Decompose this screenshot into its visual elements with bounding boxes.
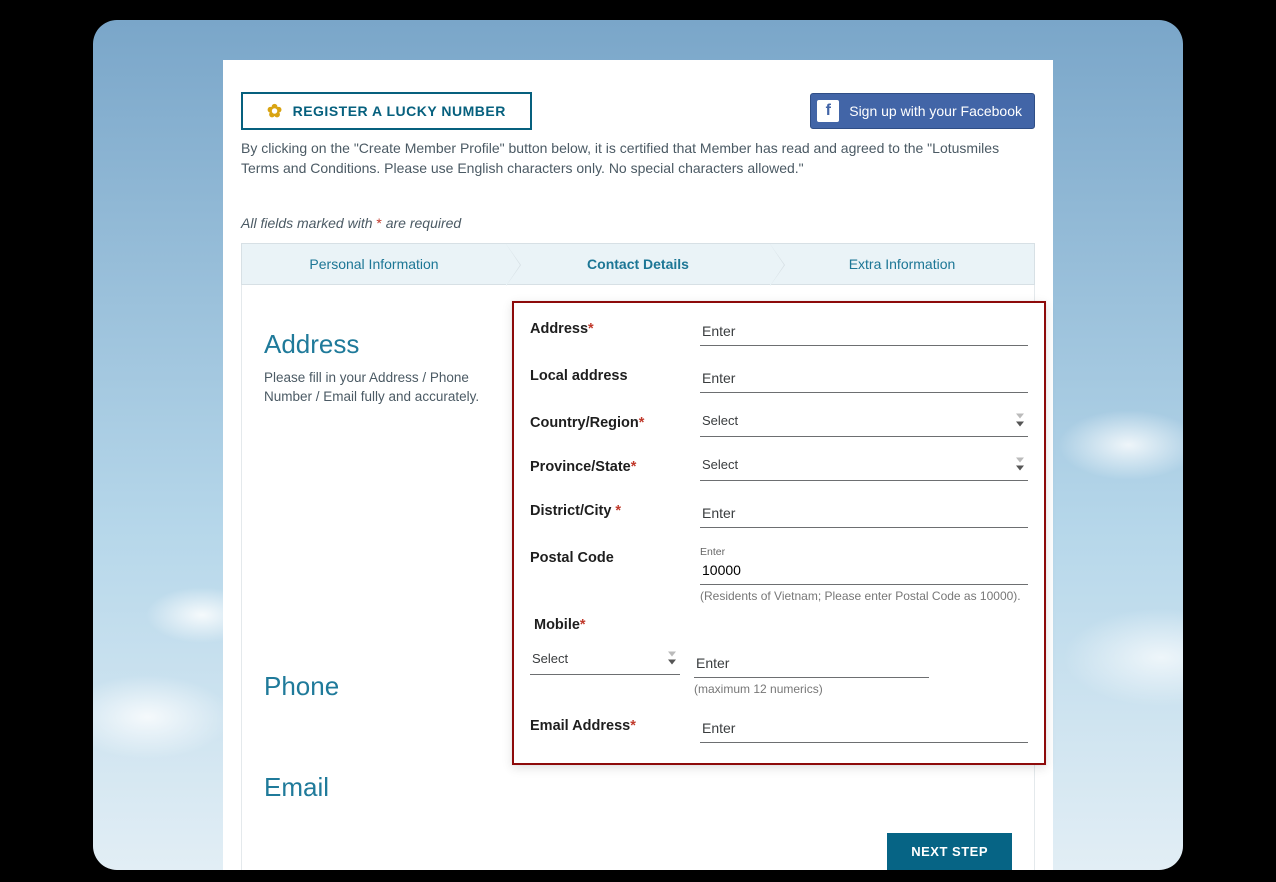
district-label: District/City * (530, 499, 690, 519)
section-phone-title: Phone (264, 671, 499, 702)
postal-input[interactable] (700, 556, 1028, 585)
step-bar: Personal Information Contact Details Ext… (241, 243, 1035, 285)
facebook-signup-label: Sign up with your Facebook (849, 103, 1022, 119)
postal-hint: (Residents of Vietnam; Please enter Post… (700, 589, 1028, 603)
section-address-title: Address (264, 329, 499, 360)
registration-card: ✿ REGISTER A LUCKY NUMBER f Sign up with… (223, 60, 1053, 870)
mobile-country-code-select[interactable]: Select (530, 649, 680, 675)
step-personal-information[interactable]: Personal Information (242, 244, 506, 284)
mobile-hint: (maximum 12 numerics) (694, 682, 929, 696)
mobile-number-input[interactable] (694, 649, 929, 678)
step-contact-details-label: Contact Details (587, 256, 689, 272)
required-note-prefix: All fields marked with (241, 215, 376, 231)
next-step-label: NEXT STEP (911, 844, 988, 859)
province-select[interactable]: Select (700, 455, 1028, 481)
country-select[interactable]: Select (700, 411, 1028, 437)
mobile-label: Mobile* (530, 613, 1028, 633)
contact-fields-highlight: Address* Local address Country/Region* S… (512, 301, 1046, 765)
email-label: Email Address* (530, 714, 690, 734)
section-address: Address Please fill in your Address / Ph… (264, 329, 499, 811)
email-input[interactable] (700, 714, 1028, 743)
section-address-desc: Please fill in your Address / Phone Numb… (264, 368, 484, 407)
section-email-title: Email (264, 772, 499, 803)
local-address-input[interactable] (700, 364, 1028, 393)
address-input[interactable] (700, 317, 1028, 346)
country-label: Country/Region* (530, 411, 690, 431)
form-panel: Address Please fill in your Address / Ph… (241, 285, 1035, 870)
address-label: Address* (530, 317, 690, 337)
step-contact-details[interactable]: Contact Details (506, 244, 770, 284)
step-extra-information[interactable]: Extra Information (770, 244, 1034, 284)
required-fields-note: All fields marked with * are required (223, 179, 1053, 239)
facebook-signup-button[interactable]: f Sign up with your Facebook (810, 93, 1035, 129)
required-note-suffix: are required (382, 215, 461, 231)
terms-disclaimer: By clicking on the "Create Member Profil… (223, 130, 1053, 179)
register-lucky-number-label: REGISTER A LUCKY NUMBER (293, 103, 506, 119)
district-input[interactable] (700, 499, 1028, 528)
next-step-button[interactable]: NEXT STEP (887, 833, 1012, 870)
device-frame: ✿ REGISTER A LUCKY NUMBER f Sign up with… (93, 20, 1183, 870)
lotus-icon: ✿ (267, 102, 283, 120)
postal-label: Postal Code (530, 546, 690, 566)
province-label: Province/State* (530, 455, 690, 475)
register-lucky-number-button[interactable]: ✿ REGISTER A LUCKY NUMBER (241, 92, 532, 130)
step-extra-information-label: Extra Information (849, 256, 956, 272)
facebook-icon: f (817, 100, 839, 122)
step-personal-information-label: Personal Information (309, 256, 438, 272)
local-address-label: Local address (530, 364, 690, 384)
